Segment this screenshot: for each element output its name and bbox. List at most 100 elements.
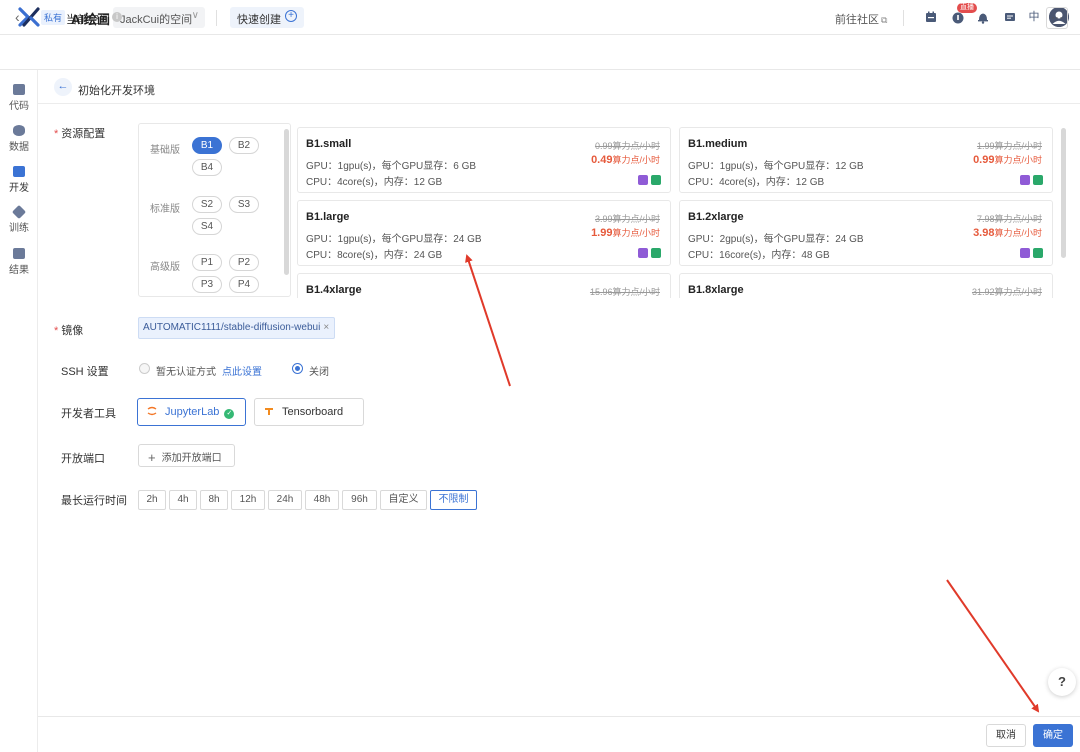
- close-icon[interactable]: ×: [323, 322, 329, 333]
- runtime-option-4h[interactable]: 4h: [169, 490, 197, 510]
- runtime-option-24h[interactable]: 24h: [268, 490, 302, 510]
- sidebar-item-train[interactable]: 训练: [0, 204, 38, 234]
- runtime-option-8h[interactable]: 8h: [200, 490, 228, 510]
- tier-label-basic: 基础版: [150, 145, 180, 156]
- confirm-button[interactable]: 确定: [1033, 724, 1073, 747]
- more-options-button[interactable]: ···: [1046, 7, 1068, 29]
- space-select[interactable]: JackCui的空间 ∨: [113, 7, 205, 28]
- spec-pill-p2[interactable]: P2: [229, 254, 259, 271]
- ports-label: 开放端口: [61, 453, 105, 465]
- message-icon[interactable]: [1002, 9, 1018, 25]
- tier-label-standard: 标准版: [150, 204, 180, 215]
- tier-label-premium: 高级版: [150, 262, 180, 273]
- instance-card-list: B1.small GPU：1gpu(s)，每个GPU显存：6 GB CPU：4c…: [297, 123, 1069, 298]
- card-name: B1.2xlarge: [688, 211, 744, 223]
- card-cpu-spec: CPU：4core(s)，内存：12 GB: [306, 177, 443, 188]
- sidebar-item-code[interactable]: 代码: [0, 84, 38, 112]
- spec-pill-b4[interactable]: B4: [192, 159, 222, 176]
- bell-icon[interactable]: [975, 9, 991, 25]
- plus-circle-icon: +: [285, 10, 297, 22]
- instance-card-b1-large[interactable]: B1.large GPU：1gpu(s)，每个GPU显存：24 GB CPU：8…: [297, 200, 671, 266]
- chevron-down-icon: ∨: [191, 10, 199, 21]
- spec-pill-s2[interactable]: S2: [192, 196, 222, 213]
- sidebar-item-dev[interactable]: 开发: [0, 166, 38, 194]
- community-label: 前往社区: [835, 14, 879, 26]
- spec-pill-s3[interactable]: S3: [229, 196, 259, 213]
- card-price: 0.49算力点/小时: [591, 154, 660, 166]
- instance-card-b1-2xlarge[interactable]: B1.2xlarge GPU：2gpu(s)，每个GPU显存：24 GB CPU…: [679, 200, 1053, 266]
- spec-pill-b1[interactable]: B1: [192, 137, 222, 154]
- card-price: 0.99算力点/小时: [973, 154, 1042, 166]
- gpu-icon: [1033, 175, 1043, 185]
- help-button[interactable]: ?: [1048, 668, 1076, 696]
- gpu-icon: [651, 248, 661, 258]
- info-icon[interactable]: i: [112, 12, 122, 22]
- spec-pill-p4[interactable]: P4: [229, 276, 259, 293]
- gpu-icon: [651, 175, 661, 185]
- sidebar-item-label: 训练: [9, 223, 29, 234]
- instance-card-b1-4xlarge[interactable]: B1.4xlarge 15.96算力点/小时: [297, 273, 671, 298]
- tool-tensorboard[interactable]: Tensorboard: [254, 398, 364, 426]
- project-title: AI绘画: [71, 12, 111, 27]
- tensorboard-icon: [265, 408, 273, 415]
- card-original-price: 15.96算力点/小时: [589, 287, 660, 297]
- gpu-icon: [1033, 248, 1043, 258]
- off-label: 关闭: [309, 367, 329, 378]
- card-original-price: 0.99算力点/小时: [594, 141, 660, 151]
- spec-pill-p1[interactable]: P1: [192, 254, 222, 271]
- back-arrow-icon[interactable]: ←: [54, 78, 72, 96]
- runtime-option-96h[interactable]: 96h: [342, 490, 377, 510]
- card-name: B1.8xlarge: [688, 284, 744, 296]
- sidebar-item-label: 开发: [9, 183, 29, 194]
- runtime-option-48h[interactable]: 48h: [305, 490, 339, 510]
- add-port-button[interactable]: + 添加开放端口: [138, 444, 235, 467]
- radio-no-auth[interactable]: [139, 363, 150, 374]
- instance-card-b1-medium[interactable]: B1.medium GPU：1gpu(s)，每个GPU显存：12 GB CPU：…: [679, 127, 1053, 193]
- runtime-label: 最长运行时间: [61, 495, 127, 507]
- instance-card-b1-small[interactable]: B1.small GPU：1gpu(s)，每个GPU显存：6 GB CPU：4c…: [297, 127, 671, 193]
- cancel-button[interactable]: 取消: [986, 724, 1026, 747]
- setup-link[interactable]: 点此设置: [222, 363, 262, 378]
- code-icon: [13, 84, 25, 95]
- spec-panel-scrollbar[interactable]: [284, 129, 289, 275]
- runtime-option-unlimited[interactable]: 不限制: [430, 490, 477, 510]
- card-gpu-spec: GPU：1gpu(s)，每个GPU显存：6 GB: [306, 161, 477, 172]
- spec-pill-p3[interactable]: P3: [192, 276, 222, 293]
- quick-create-label: 快速创建: [237, 14, 281, 26]
- language-toggle[interactable]: 中: [1026, 9, 1042, 25]
- sidebar-item-data[interactable]: 数据: [0, 125, 38, 153]
- sidebar-item-results[interactable]: 结果: [0, 248, 38, 276]
- external-link-icon: ⧉: [881, 15, 888, 25]
- divider: [903, 10, 904, 26]
- spec-pill-b2[interactable]: B2: [229, 137, 259, 154]
- instance-card-b1-8xlarge[interactable]: B1.8xlarge 31.92算力点/小时: [679, 273, 1053, 298]
- runtime-option-custom[interactable]: 自定义: [380, 490, 427, 510]
- card-list-scrollbar[interactable]: [1061, 128, 1066, 258]
- radio-off[interactable]: [292, 363, 303, 374]
- spec-pill-s4[interactable]: S4: [192, 218, 222, 235]
- card-gpu-spec: GPU：1gpu(s)，每个GPU显存：24 GB: [306, 234, 482, 245]
- calendar-icon[interactable]: [923, 9, 939, 25]
- tensorflow-icon: [638, 175, 648, 185]
- folder-icon: [13, 248, 25, 259]
- add-port-label: 添加开放端口: [161, 453, 222, 464]
- back-arrow-icon[interactable]: ‹: [15, 9, 20, 25]
- resource-config-label: * 资源配置: [54, 128, 106, 140]
- app-logo[interactable]: [18, 7, 40, 27]
- card-original-price: 7.98算力点/小时: [976, 214, 1042, 224]
- divider: [216, 10, 217, 26]
- tensorflow-icon: [1020, 175, 1030, 185]
- ssh-label: SSH 设置: [61, 366, 109, 378]
- runtime-option-12h[interactable]: 12h: [231, 490, 265, 510]
- card-cpu-spec: CPU：4core(s)，内存：12 GB: [688, 177, 825, 188]
- sidebar-item-label: 代码: [9, 101, 29, 112]
- tool-label: JupyterLab: [165, 406, 220, 418]
- tool-jupyterlab[interactable]: JupyterLab ✓: [137, 398, 246, 426]
- image-label: * 镜像: [54, 325, 84, 337]
- image-value: AUTOMATIC1111/stable-diffusion-webui: [143, 322, 321, 333]
- image-tag[interactable]: AUTOMATIC1111/stable-diffusion-webui ×: [138, 317, 336, 339]
- runtime-option-2h[interactable]: 2h: [138, 490, 166, 510]
- sidebar-item-label: 数据: [9, 142, 29, 153]
- quick-create-button[interactable]: 快速创建 +: [230, 7, 304, 28]
- community-link[interactable]: 前往社区 ⧉: [835, 11, 887, 27]
